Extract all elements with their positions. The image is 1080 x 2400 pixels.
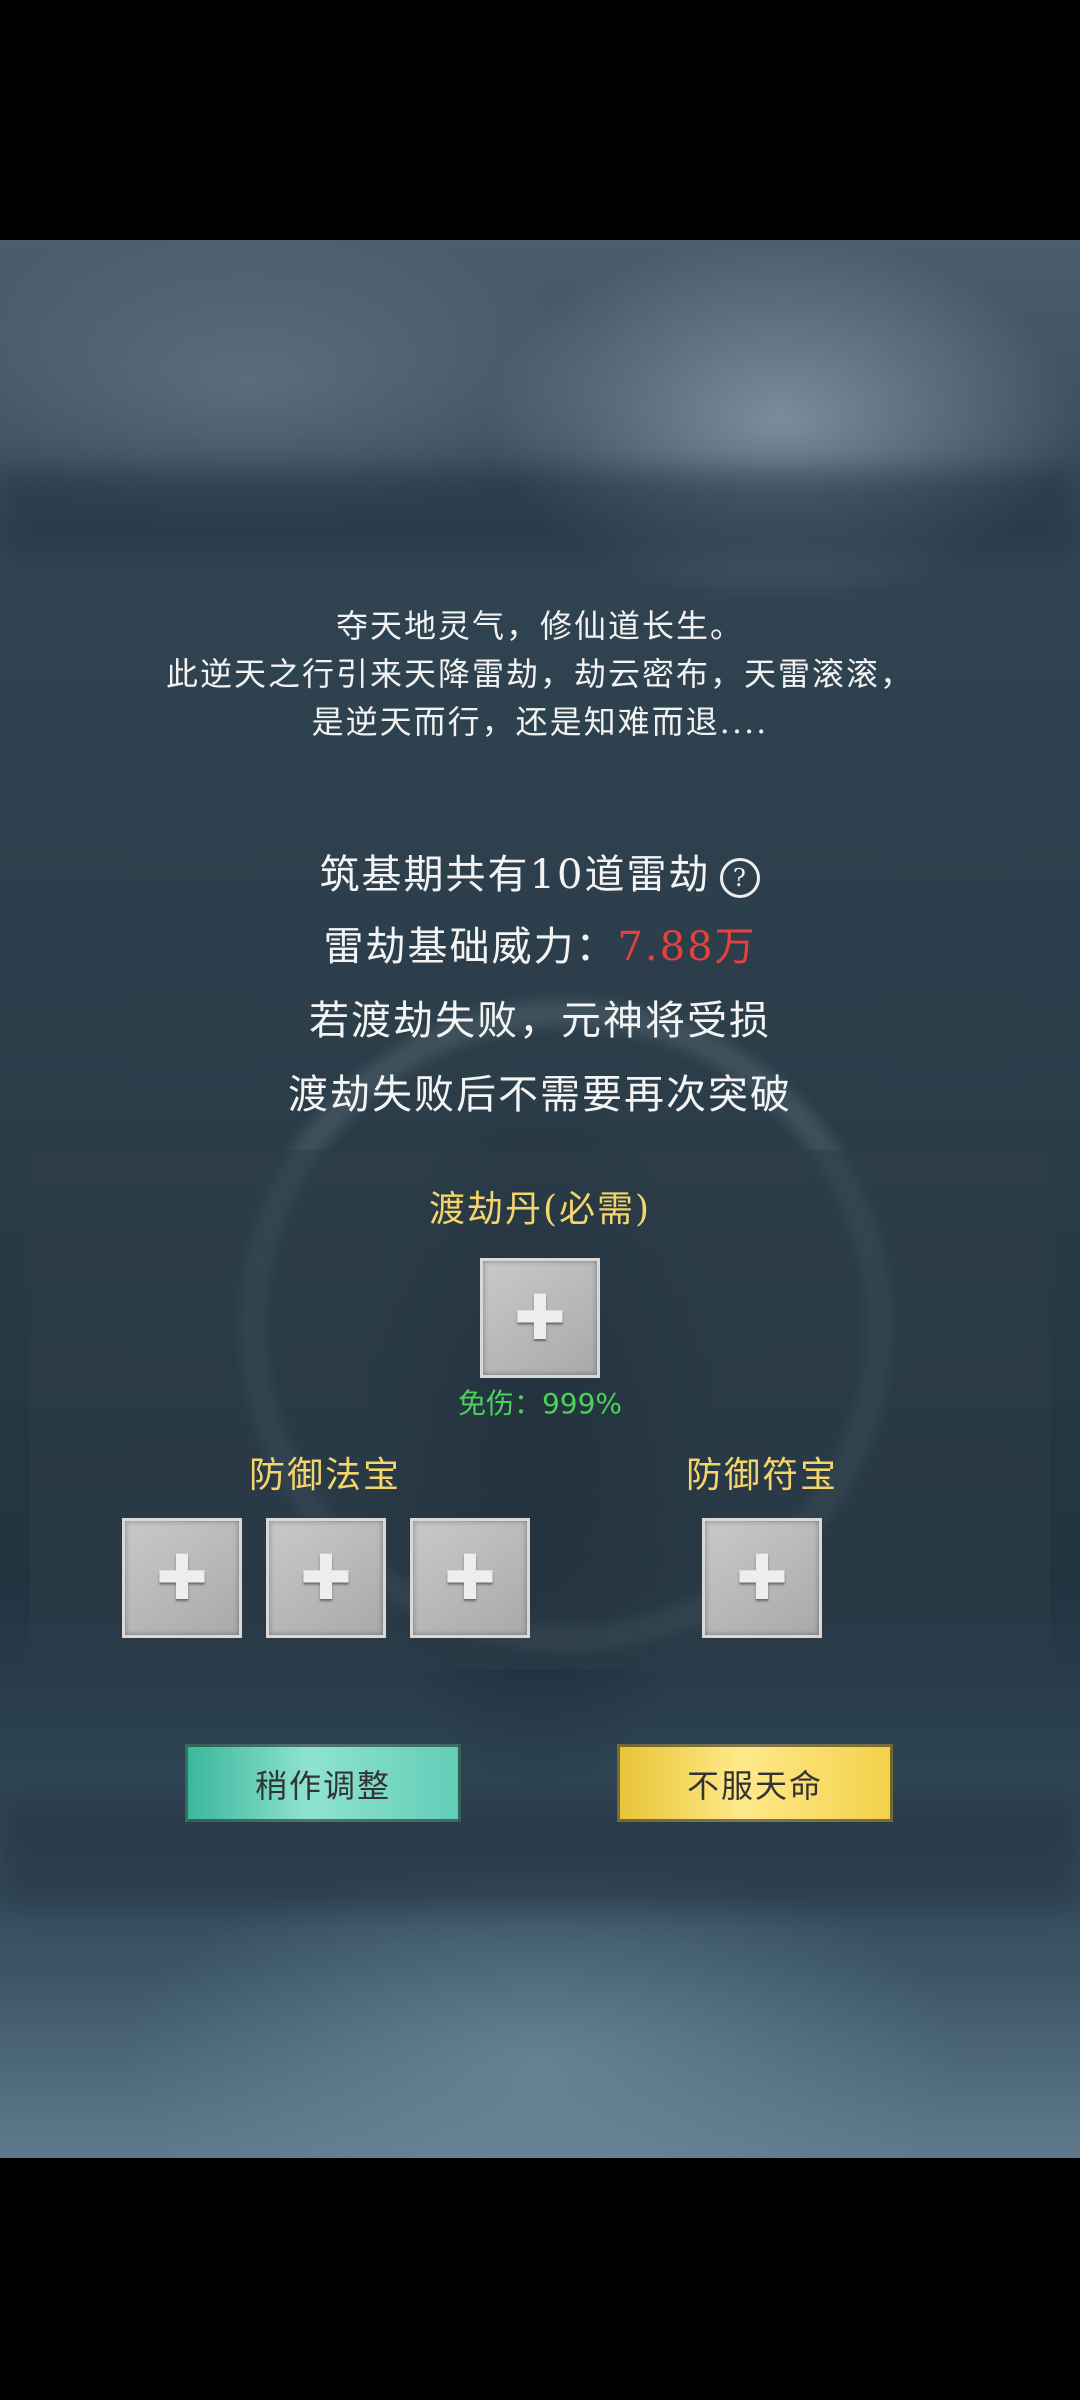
plus-icon: ✚ — [444, 1541, 496, 1614]
talisman-slot[interactable]: ✚ — [702, 1518, 822, 1638]
defy-fate-button[interactable]: 不服天命 — [617, 1744, 893, 1822]
intro-line-2: 此逆天之行引来天降雷劫，劫云密布，天雷滚滚， — [165, 655, 914, 693]
plus-icon: ✚ — [514, 1281, 566, 1354]
cloud-mist — [0, 470, 1080, 560]
plus-icon: ✚ — [156, 1541, 208, 1614]
tribulation-count: 筑基期共有10道雷劫? — [0, 842, 1080, 900]
fail-warning: 若渡劫失败，元神将受损 — [309, 998, 771, 1044]
defense-treasure-title: 防御法宝 — [248, 1455, 401, 1496]
plus-icon: ✚ — [300, 1541, 352, 1614]
pill-slot[interactable]: ✚ — [480, 1258, 600, 1378]
pill-title: 渡劫丹(必需) — [428, 1189, 652, 1230]
treasure-slot-1[interactable]: ✚ — [122, 1518, 242, 1638]
immunity-text: 免伤：999% — [457, 1387, 623, 1420]
treasure-slot-3[interactable]: ✚ — [410, 1518, 530, 1638]
power-label: 雷劫基础威力： — [323, 924, 618, 970]
treasure-slot-2[interactable]: ✚ — [266, 1518, 386, 1638]
power-value: 7.88万 — [617, 924, 757, 970]
intro-line-1: 夺天地灵气，修仙道长生。 — [335, 607, 744, 645]
question-circle-icon[interactable]: ? — [720, 858, 761, 898]
tribulation-count-text: 筑基期共有10道雷劫 — [319, 852, 711, 898]
cloud-mist — [0, 1800, 1080, 1910]
adjust-button[interactable]: 稍作调整 — [185, 1744, 461, 1822]
plus-icon: ✚ — [736, 1541, 788, 1614]
defense-talisman-title: 防御符宝 — [685, 1455, 838, 1496]
intro-line-3: 是逆天而行，还是知难而退.... — [311, 703, 769, 741]
fail-note: 渡劫失败后不需要再次突破 — [288, 1072, 792, 1118]
tribulation-power: 雷劫基础威力：7.88万 — [0, 914, 1080, 972]
